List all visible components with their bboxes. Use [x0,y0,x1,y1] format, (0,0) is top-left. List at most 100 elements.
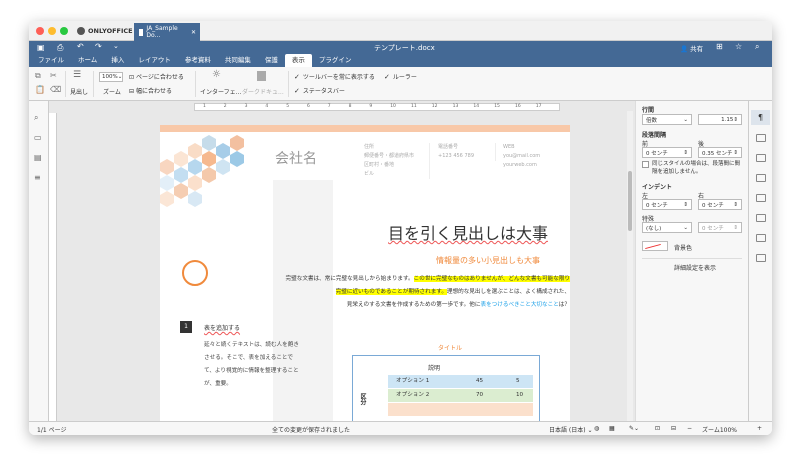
close-window-button[interactable] [36,27,44,35]
navigation-panel-icon[interactable]: ≡ [34,173,41,182]
menu-plugins[interactable]: プラグイン [312,54,359,67]
navigation-icon[interactable]: ☰ [73,70,81,80]
fit-width-icon[interactable]: ⊟ [671,425,676,432]
zoom-window-button[interactable] [60,27,68,35]
open-location-icon[interactable]: ⊞ [716,42,723,51]
table-settings-icon[interactable] [756,134,766,142]
indent-label: インデント [642,184,673,191]
fit-page-icon[interactable]: ⊡ [655,425,660,432]
comments-icon[interactable]: ▭ [34,133,42,142]
document-tab[interactable]: JA_Sample Do... ✕ [134,23,200,41]
spacing-after-input[interactable]: 0.35 センチ ⇕ [698,147,742,158]
check-icon: ✓ [294,73,300,81]
show-advanced-settings-link[interactable]: 詳細設定を表示 [674,263,716,272]
vertical-scrollbar[interactable] [627,111,633,421]
zoom-in-button[interactable]: + [757,425,762,432]
same-style-label: 同じスタイルの場合は、段落間に間隔を追加しません。 [652,161,741,175]
textart-settings-icon[interactable] [756,234,766,242]
language-select[interactable]: 日本語 (日本) ⌄ [549,425,593,434]
special-indent-amount-input[interactable]: 0 センチ ⇕ [698,222,742,233]
zoom-level[interactable]: ズーム100% [702,425,737,434]
vertical-ruler[interactable] [49,113,57,421]
special-indent-select[interactable]: (なし) ⌄ [642,222,692,233]
stepper-icon[interactable]: ⇕ [733,225,738,231]
shape-settings-icon[interactable] [756,194,766,202]
paste-icon[interactable]: 📋 [35,85,45,94]
line-spacing-mode-select[interactable]: 倍数 ⌄ [642,114,692,125]
menu-layout[interactable]: レイアウト [131,54,178,67]
scroll-thumb[interactable] [628,171,632,231]
zoom-out-button[interactable]: − [687,425,692,432]
track-changes-icon[interactable]: ✎⌄ [629,425,639,432]
menu-file[interactable]: ファイル [31,54,71,67]
spellcheck-icon[interactable]: ▦ [609,425,615,432]
body-paragraph: 完璧な文書は、常に完璧な見出しから始まります。この世に完璧なものはありませんが、… [285,276,570,308]
chat-icon[interactable]: ▤ [34,153,42,162]
document-canvas[interactable]: 1 2 3 4 5 6 7 8 9 10 11 12 13 14 15 16 17 [49,101,635,421]
horizontal-ruler[interactable]: 1 2 3 4 5 6 7 8 9 10 11 12 13 14 15 16 17 [194,103,560,111]
ruler-tick-label: 12 [431,104,438,109]
menu-references[interactable]: 参考資料 [178,54,218,67]
status-bar-checkbox[interactable]: ✓ ステータスバー [294,86,345,95]
check-icon: ✓ [384,73,390,81]
stepper-icon[interactable]: ⇕ [733,150,738,156]
menu-home[interactable]: ホーム [71,54,104,67]
search-icon[interactable]: ⌕ [34,113,38,123]
stepper-icon[interactable]: ⇕ [733,117,738,123]
main-heading: 目を引く見出しは大事 [388,224,549,243]
paragraph-settings-icon[interactable]: ¶ [751,110,770,125]
fit-page-button[interactable]: ⊡ ページに合わせる [129,72,184,81]
line-spacing-value-input[interactable]: 1.15 ⇕ [698,114,742,125]
fit-width-button[interactable]: ⊟ 幅に合わせる [129,86,172,95]
dark-document-icon[interactable] [257,71,266,81]
zoom-label: ズーム [103,89,121,96]
ruler-checkbox[interactable]: ✓ ルーラー [384,72,417,81]
ruler-tick-label: 14 [473,104,480,109]
search-icon[interactable]: ⌕ [755,42,759,52]
left-indent-input[interactable]: 0 センチ ⇕ [642,199,692,210]
quick-access-menu-icon[interactable]: ⌄ [113,42,119,50]
save-icon[interactable]: ▣ [37,43,45,52]
menu-protection[interactable]: 保護 [258,54,285,67]
background-color-label: 背景色 [674,245,693,252]
minimize-window-button[interactable] [48,27,56,35]
globe-icon[interactable]: ◍ [594,425,599,432]
view-toolbar: ⧉ ✂ 📋 ⌫ ☰ 見出し 100%⌄ ズーム ⊡ ページに合わせる ⊟ 幅に合… [29,67,772,101]
stepper-icon[interactable]: ⇕ [683,202,688,208]
background-color-picker[interactable] [642,241,668,251]
app-name: ONLYOFFICE [88,27,133,35]
page-counter[interactable]: 1/1 ページ [37,425,66,434]
inline-link[interactable]: 表をつけるべきこと大切なこと [480,302,558,308]
format-painter-icon[interactable]: ⌫ [50,85,61,94]
divider [195,71,196,97]
spacing-before-input[interactable]: 0 センチ ⇕ [642,147,692,158]
interface-theme-icon[interactable]: ☼ [212,69,221,80]
close-tab-icon[interactable]: ✕ [191,29,196,36]
redo-icon[interactable]: ↷ [95,42,102,51]
zoom-select[interactable]: 100%⌄ [99,72,123,82]
paragraph-spacing-label: 段落間隔 [642,132,667,139]
document-page[interactable]: 会社名 住所 郵便番号・都道府県市 区町村・番地 ビル 電話番号 +123 45… [160,125,570,421]
always-show-toolbar-checkbox[interactable]: ✓ ツールバーを常に表示する [294,72,375,81]
cut-icon[interactable]: ✂ [50,71,57,80]
copy-icon[interactable]: ⧉ [35,71,41,81]
right-indent-input[interactable]: 0 センチ ⇕ [698,199,742,210]
menu-collaboration[interactable]: 共同編集 [218,54,258,67]
chart-settings-icon[interactable] [756,214,766,222]
share-button[interactable]: 👤 共有 [680,43,703,53]
menu-view[interactable]: 表示 [284,54,312,67]
interface-theme-button[interactable]: インターフェ... [200,87,241,96]
undo-icon[interactable]: ↶ [77,42,84,51]
header-footer-icon[interactable] [756,174,766,182]
menu-insert[interactable]: 挿入 [104,54,131,67]
navigation-label[interactable]: 見出し [70,87,88,96]
favorite-icon[interactable]: ☆ [735,42,742,51]
app-home-tab[interactable]: ONLYOFFICE [77,24,133,38]
stepper-icon[interactable]: ⇕ [733,202,738,208]
print-icon[interactable]: ⎙ [57,43,63,53]
same-style-checkbox[interactable] [642,161,649,168]
stepper-icon[interactable]: ⇕ [683,150,688,156]
mail-merge-icon[interactable] [756,254,766,262]
dark-document-button[interactable]: ダークドキュ... [242,87,284,96]
image-settings-icon[interactable] [756,154,766,162]
